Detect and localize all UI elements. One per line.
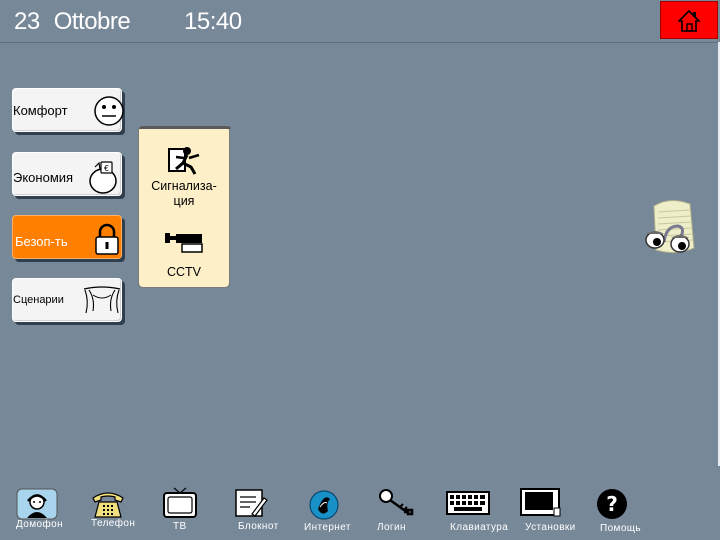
header-bar: 23 Ottobre 15:40 [0,0,720,43]
svg-text:?: ? [606,492,618,516]
home-icon [678,9,700,32]
time-display: 15:40 [184,8,242,35]
taskbar-notepad-button[interactable]: Блокнот [234,484,284,540]
submenu-alarm-label-line2: ция [173,194,195,208]
taskbar-settings-label: Установки [525,522,576,533]
cctv-camera-icon [165,233,203,253]
taskbar-help-button[interactable]: ? Помощь [596,484,648,540]
taskbar-login-label: Логин [377,522,406,533]
curtains-icon [83,286,121,314]
date-day: 23 [14,8,40,35]
submenu-top-edge [139,126,231,129]
burglar-alarm-icon [168,147,200,175]
taskbar-settings-button[interactable]: Установки [520,484,580,540]
tv-icon [163,487,197,518]
taskbar-intercom-button[interactable]: Домофон [14,484,64,540]
assistant-mascot-icon[interactable] [640,196,698,262]
menu-comfort-label: Комфорт [13,103,68,118]
submenu-alarm-label-line1: Сигнализа- [151,179,217,193]
submenu-alarm-item[interactable]: Сигнализа- ция [139,141,229,211]
taskbar-internet-button[interactable]: Интернет [302,484,358,540]
home-button[interactable] [660,1,718,39]
taskbar-notepad-label: Блокнот [238,521,279,532]
taskbar-login-button[interactable]: Логин [374,484,420,540]
menu-security-button[interactable]: Безоп-ть [12,215,122,259]
svg-text:€: € [104,164,109,173]
menu-security-label: Безоп-ть [15,234,68,249]
taskbar: Домофон Телефон ТВ Блокнот Интернет Логи… [0,484,720,540]
key-icon [379,489,414,516]
date-display: 23 Ottobre [14,8,131,36]
internet-icon [309,490,339,520]
taskbar-keyboard-label: Клавиатура [450,522,509,533]
menu-scenarios-button[interactable]: Сценарии [12,278,122,322]
menu-scenarios-label: Сценарии [13,294,64,306]
piggy-bank-icon: € [89,161,117,194]
intercom-operator-icon [16,488,58,520]
submenu-cctv-item[interactable]: CCTV [139,223,229,283]
taskbar-phone-button[interactable]: Телефон [88,484,142,540]
submenu-cctv-label: CCTV [166,265,202,279]
taskbar-tv-button[interactable]: ТВ [160,484,200,540]
menu-comfort-button[interactable]: Комфорт [12,88,124,132]
padlock-icon [95,223,119,255]
security-submenu: Сигнализа- ция CCTV [138,126,231,288]
taskbar-keyboard-button[interactable]: Клавиатура [446,484,512,540]
taskbar-phone-label: Телефон [91,518,136,529]
taskbar-intercom-label: Домофон [16,519,63,530]
help-icon: ? [597,489,627,519]
keyboard-icon [446,491,490,515]
menu-economy-label: Экономия [13,170,74,185]
smiley-icon [94,96,124,126]
monitor-settings-icon [520,488,561,517]
taskbar-help-label: Помощь [600,523,642,534]
taskbar-tv-label: ТВ [173,521,187,532]
notepad-icon [235,489,268,517]
taskbar-internet-label: Интернет [304,522,351,533]
telephone-icon [92,492,124,518]
menu-economy-button[interactable]: Экономия € [12,152,122,196]
date-month: Ottobre [53,8,131,35]
